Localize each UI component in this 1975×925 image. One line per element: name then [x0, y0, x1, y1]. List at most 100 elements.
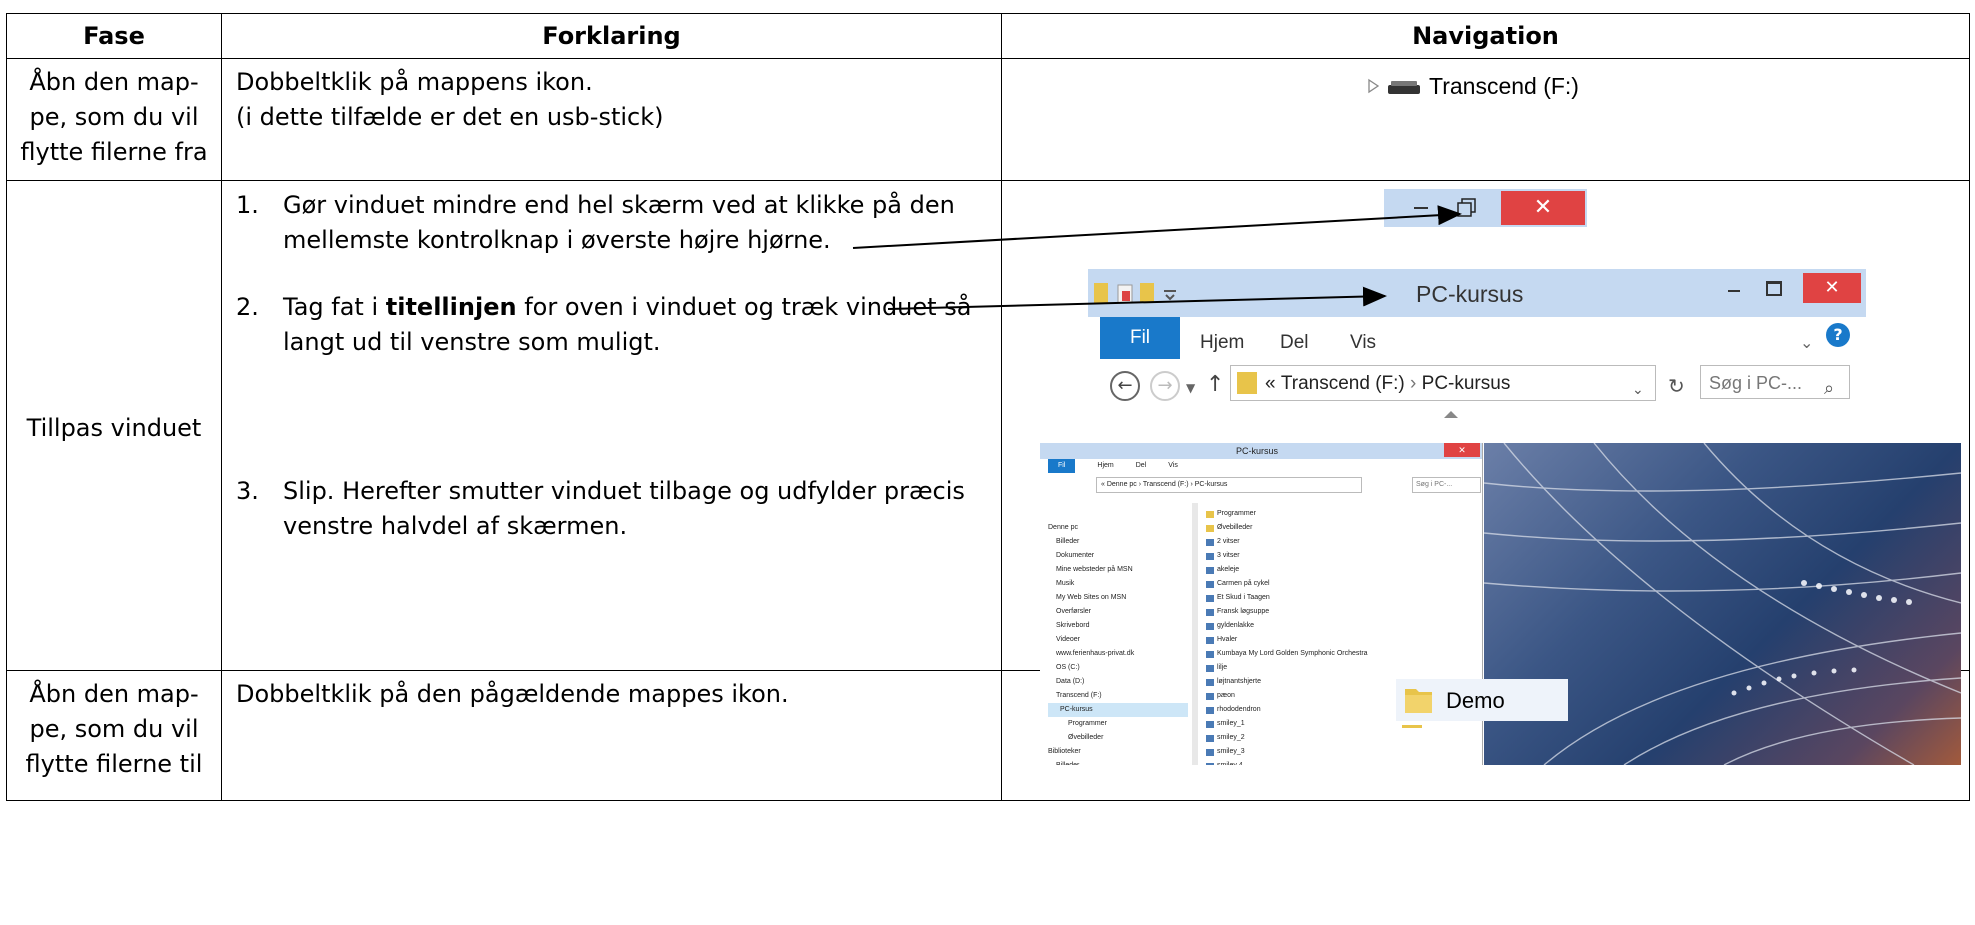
explorer-titlebar[interactable]: PC-kursus ✕: [1088, 269, 1866, 317]
explorer-window: PC-kursus ✕ Fil Hjem Del Vis ⌄ ? ← → ▼ ↑…: [1088, 269, 1866, 421]
folder-item[interactable]: Demo: [1396, 679, 1568, 721]
forklaring-cell: Dobbeltklik på mappens ikon. (i dette ti…: [221, 58, 1002, 181]
path-dropdown-icon[interactable]: ⌄: [1632, 373, 1644, 408]
tree-item[interactable]: Videoer: [1048, 633, 1188, 647]
tab-fil[interactable]: Fil: [1048, 459, 1076, 473]
instruction-table: Fase Forklaring Navigation Åbn den map-p…: [6, 13, 1970, 801]
path-overflow[interactable]: «: [1265, 366, 1276, 401]
ribbon-expand-icon[interactable]: ⌄: [1800, 325, 1813, 360]
file-item[interactable]: akeleje: [1206, 563, 1476, 577]
file-item[interactable]: Hvaler: [1206, 633, 1476, 647]
fase-cell: Tillpas vinduet: [6, 180, 222, 671]
header-fase: Fase: [6, 13, 222, 59]
quick-access-icons[interactable]: [1094, 279, 1184, 309]
tab-fil[interactable]: Fil: [1100, 317, 1180, 359]
navigation-cell: Transcend (F:): [1001, 58, 1970, 181]
row-open-target: Åbn den map-pe, som du vil flytte filern…: [6, 670, 1970, 801]
small-address[interactable]: « Denne pc › Transcend (F:) › PC-kursus: [1096, 477, 1362, 493]
maximize-icon[interactable]: [1766, 281, 1782, 296]
file-icon: [1206, 566, 1214, 574]
up-icon[interactable]: ↑: [1206, 367, 1224, 402]
navigation-cell: Demo: [1001, 670, 1970, 801]
tree-item[interactable]: Billeder: [1048, 535, 1188, 549]
folder-shadow: [1402, 725, 1422, 728]
tree-item[interactable]: Mine websteder på MSN: [1048, 563, 1188, 577]
tree-item[interactable]: My Web Sites on MSN: [1048, 591, 1188, 605]
tree-item[interactable]: Skrivebord: [1048, 619, 1188, 633]
explorer-ribbon: Fil Hjem Del Vis ⌄ ?: [1088, 317, 1866, 360]
tree-item[interactable]: Overførsler: [1048, 605, 1188, 619]
close-icon[interactable]: ✕: [1501, 191, 1585, 225]
file-item[interactable]: gyldenlakke: [1206, 619, 1476, 633]
file-name: Hvaler: [1217, 636, 1238, 643]
row-adjust-window: Tillpas vinduet 1. Gør vinduet mindre en…: [6, 180, 1970, 765]
file-item[interactable]: Kumbaya My Lord Golden Symphonic Orchest…: [1206, 647, 1476, 661]
folder-label: Demo: [1446, 687, 1505, 713]
file-item[interactable]: Programmer: [1206, 507, 1476, 521]
header-row: Fase Forklaring Navigation: [6, 13, 1970, 59]
file-item[interactable]: 2 vitser: [1206, 535, 1476, 549]
fase-text: Tillpas vinduet: [26, 414, 202, 442]
file-item[interactable]: Øvebilleder: [1206, 521, 1476, 535]
folder-icon: [1206, 510, 1214, 518]
tab-del[interactable]: Del: [1280, 325, 1309, 360]
help-icon[interactable]: ?: [1826, 323, 1850, 347]
small-ribbon: Fil Hjem Del Vis: [1040, 459, 1482, 473]
tab-hjem[interactable]: Hjem: [1097, 459, 1113, 473]
tree-item[interactable]: Dokumenter: [1048, 549, 1188, 563]
file-name: Øvebilleder: [1217, 524, 1253, 531]
fase-cell: Åbn den map-pe, som du vil flytte filern…: [6, 670, 222, 801]
step-text: Tag fat i titellinjen for oven i vinduet…: [283, 290, 983, 360]
tree-item[interactable]: Musik: [1048, 577, 1188, 591]
file-icon: [1206, 594, 1214, 602]
minimize-icon[interactable]: [1414, 207, 1428, 209]
instruction-line: Dobbeltklik på mappens ikon.: [236, 68, 593, 96]
path-separator[interactable]: ›: [1410, 366, 1416, 401]
folder-icon: [1405, 689, 1432, 713]
address-path[interactable]: « Transcend (F:) › PC-kursus: [1230, 365, 1656, 401]
back-icon[interactable]: ←: [1110, 371, 1140, 401]
tree-item[interactable]: Denne pc: [1048, 521, 1188, 535]
instruction-line: Dobbeltklik på den pågældende mappes iko…: [236, 680, 789, 708]
file-name: akeleje: [1217, 566, 1240, 573]
file-item[interactable]: 3 vitser: [1206, 549, 1476, 563]
tab-vis[interactable]: Vis: [1168, 459, 1178, 473]
scroll-up-icon[interactable]: [1444, 411, 1458, 418]
path-segment[interactable]: Transcend (F:): [1281, 366, 1405, 401]
file-name: 3 vitser: [1217, 552, 1240, 559]
forklaring-cell: Dobbeltklik på den pågældende mappes iko…: [221, 670, 1002, 801]
history-dropdown-icon[interactable]: ▼: [1186, 371, 1195, 406]
forward-icon[interactable]: →: [1150, 371, 1180, 401]
refresh-icon[interactable]: ↻: [1668, 369, 1685, 404]
step-text-bold: titellinjen: [385, 293, 517, 321]
restore-icon[interactable]: [1456, 197, 1478, 219]
path-segment[interactable]: PC-kursus: [1422, 366, 1511, 401]
step-number: 2.: [236, 293, 259, 321]
file-item[interactable]: Et Skud i Taagen: [1206, 591, 1476, 605]
explorer-title: PC-kursus: [1416, 281, 1524, 307]
close-icon[interactable]: ✕: [1803, 273, 1861, 303]
folder-icon: [1237, 372, 1257, 394]
tab-vis[interactable]: Vis: [1350, 325, 1376, 360]
tab-hjem[interactable]: Hjem: [1200, 325, 1244, 360]
file-name: 2 vitser: [1217, 538, 1240, 545]
file-icon: [1206, 636, 1214, 644]
drive-item[interactable]: Transcend (F:): [1367, 71, 1579, 101]
minimize-icon[interactable]: [1728, 290, 1740, 292]
file-item[interactable]: Fransk løgsuppe: [1206, 605, 1476, 619]
file-item[interactable]: Carmen på cykel: [1206, 577, 1476, 591]
file-icon: [1206, 622, 1214, 630]
small-search[interactable]: Søg i PC-...: [1412, 477, 1481, 493]
step-number: 3.: [236, 477, 259, 505]
file-name: Et Skud i Taagen: [1217, 594, 1270, 601]
file-name: Carmen på cykel: [1217, 580, 1270, 587]
navigation-cell: ✕ PC-kursus ✕ Fil Hjem Del Vis ⌄ ? ← → ▼…: [1001, 180, 1970, 765]
instruction-note: (i dette tilfælde er det en usb-stick): [236, 103, 664, 131]
file-icon: [1206, 552, 1214, 560]
small-titlebar[interactable]: PC-kursus ✕: [1040, 443, 1482, 459]
tree-item[interactable]: www.ferienhaus-privat.dk: [1048, 647, 1188, 661]
close-icon[interactable]: ✕: [1444, 443, 1480, 457]
step-text: Slip. Herefter smutter vinduet tilbage o…: [283, 477, 965, 540]
file-icon: [1206, 650, 1214, 658]
tab-del[interactable]: Del: [1136, 459, 1147, 473]
